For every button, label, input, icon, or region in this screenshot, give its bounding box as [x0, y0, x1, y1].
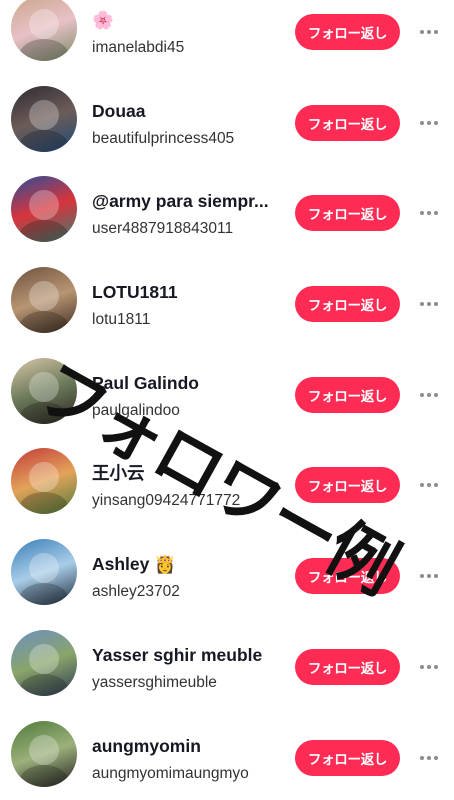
more-dot	[434, 120, 438, 125]
more-options-icon[interactable]	[417, 744, 441, 772]
user-display-name[interactable]: 王小云	[92, 462, 278, 484]
user-avatar[interactable]	[11, 539, 77, 606]
follow-back-button[interactable]: フォロー返し	[295, 195, 400, 232]
user-avatar[interactable]	[11, 0, 77, 61]
user-handle: aungmyomimaungmyo	[92, 764, 249, 782]
more-dot	[420, 392, 424, 397]
more-dot	[420, 574, 424, 579]
more-dot	[434, 211, 438, 216]
more-dot	[427, 574, 431, 579]
follower-row[interactable]: Yasser sghir meuble yassersghimeuble フォロー返…	[0, 617, 454, 708]
more-options-icon[interactable]	[417, 290, 441, 318]
follower-row[interactable]: aungmyomin aungmyomimaungmyo フォロー返し	[0, 708, 454, 799]
more-dot	[420, 120, 424, 125]
more-options-icon[interactable]	[417, 653, 441, 681]
follower-row[interactable]: 🌸 imanelabdi45 フォロー返し	[0, 0, 454, 73]
more-dot	[434, 30, 438, 34]
user-display-name[interactable]: Ashley 👸	[92, 553, 278, 575]
more-dot	[427, 120, 431, 125]
follow-back-button[interactable]: フォロー返し	[295, 376, 400, 413]
follower-row[interactable]: @army para siempr... user4887918843011 フォロ…	[0, 163, 454, 254]
user-handle: yinsang09424771772	[92, 492, 241, 510]
follower-list: 🌸 imanelabdi45 フォロー返し Douaa beautifulprinces…	[0, 0, 454, 798]
more-dot	[427, 392, 431, 397]
user-handle: user4887918843011	[92, 220, 234, 238]
user-display-name[interactable]: 🌸	[92, 9, 278, 31]
user-handle: imanelabdi45	[92, 39, 185, 56]
user-handle: paulgalindoo	[92, 401, 180, 419]
follower-row[interactable]: 王小云 yinsang09424771772 フォロー返し	[0, 435, 454, 526]
more-dot	[434, 302, 438, 307]
more-dot	[434, 664, 438, 669]
more-options-icon[interactable]	[417, 381, 441, 409]
follower-row[interactable]: Douaa beautifulprincess405 フォロー返し	[0, 73, 454, 164]
user-avatar[interactable]	[11, 629, 77, 696]
user-avatar[interactable]	[11, 357, 77, 424]
user-handle: yassersghimeuble	[92, 673, 217, 691]
user-avatar[interactable]	[11, 720, 77, 787]
more-options-icon[interactable]	[417, 562, 441, 590]
follow-back-button[interactable]: フォロー返し	[295, 648, 400, 685]
more-options-icon[interactable]	[417, 109, 441, 137]
user-display-name[interactable]: aungmyomin	[92, 735, 278, 757]
user-avatar[interactable]	[11, 85, 77, 152]
follower-row[interactable]: Paul Galindo paulgalindoo フォロー返し	[0, 345, 454, 436]
follow-back-button[interactable]: フォロー返し	[295, 14, 400, 50]
follow-back-button[interactable]: フォロー返し	[295, 286, 400, 323]
follow-back-button[interactable]: フォロー返し	[295, 558, 400, 595]
more-dot	[427, 30, 431, 34]
more-dot	[427, 664, 431, 669]
more-dot	[420, 664, 424, 669]
user-display-name[interactable]: @army para siempr...	[92, 190, 278, 212]
more-dot	[427, 483, 431, 488]
more-dot	[420, 483, 424, 488]
user-display-name[interactable]: LOTU1811	[92, 281, 278, 303]
user-handle: ashley23702	[92, 583, 180, 601]
user-display-name[interactable]: Yasser sghir meuble	[92, 644, 278, 666]
more-options-icon[interactable]	[417, 199, 441, 227]
more-dot	[427, 211, 431, 216]
user-avatar[interactable]	[11, 448, 77, 515]
user-avatar[interactable]	[11, 176, 77, 243]
more-dot	[434, 755, 438, 760]
follower-row[interactable]: Ashley 👸 ashley23702 フォロー返し	[0, 526, 454, 617]
more-dot	[420, 30, 424, 34]
user-display-name[interactable]: Douaa	[92, 100, 278, 122]
user-avatar[interactable]	[11, 267, 77, 334]
more-dot	[427, 302, 431, 307]
follower-row[interactable]: LOTU1811 lotu1811 フォロー返し	[0, 254, 454, 345]
follow-back-button[interactable]: フォロー返し	[295, 467, 400, 504]
user-display-name[interactable]: Paul Galindo	[92, 372, 278, 394]
more-dot	[427, 755, 431, 760]
more-dot	[420, 755, 424, 760]
follow-back-button[interactable]: フォロー返し	[295, 739, 400, 776]
follow-back-button[interactable]: フォロー返し	[295, 104, 400, 141]
user-handle: beautifulprincess405	[92, 129, 235, 147]
more-dot	[434, 483, 438, 488]
more-dot	[434, 392, 438, 397]
more-dot	[434, 574, 438, 579]
user-handle: lotu1811	[92, 311, 151, 329]
more-options-icon[interactable]	[417, 18, 441, 46]
more-dot	[420, 302, 424, 307]
more-dot	[420, 211, 424, 216]
more-options-icon[interactable]	[417, 471, 441, 499]
